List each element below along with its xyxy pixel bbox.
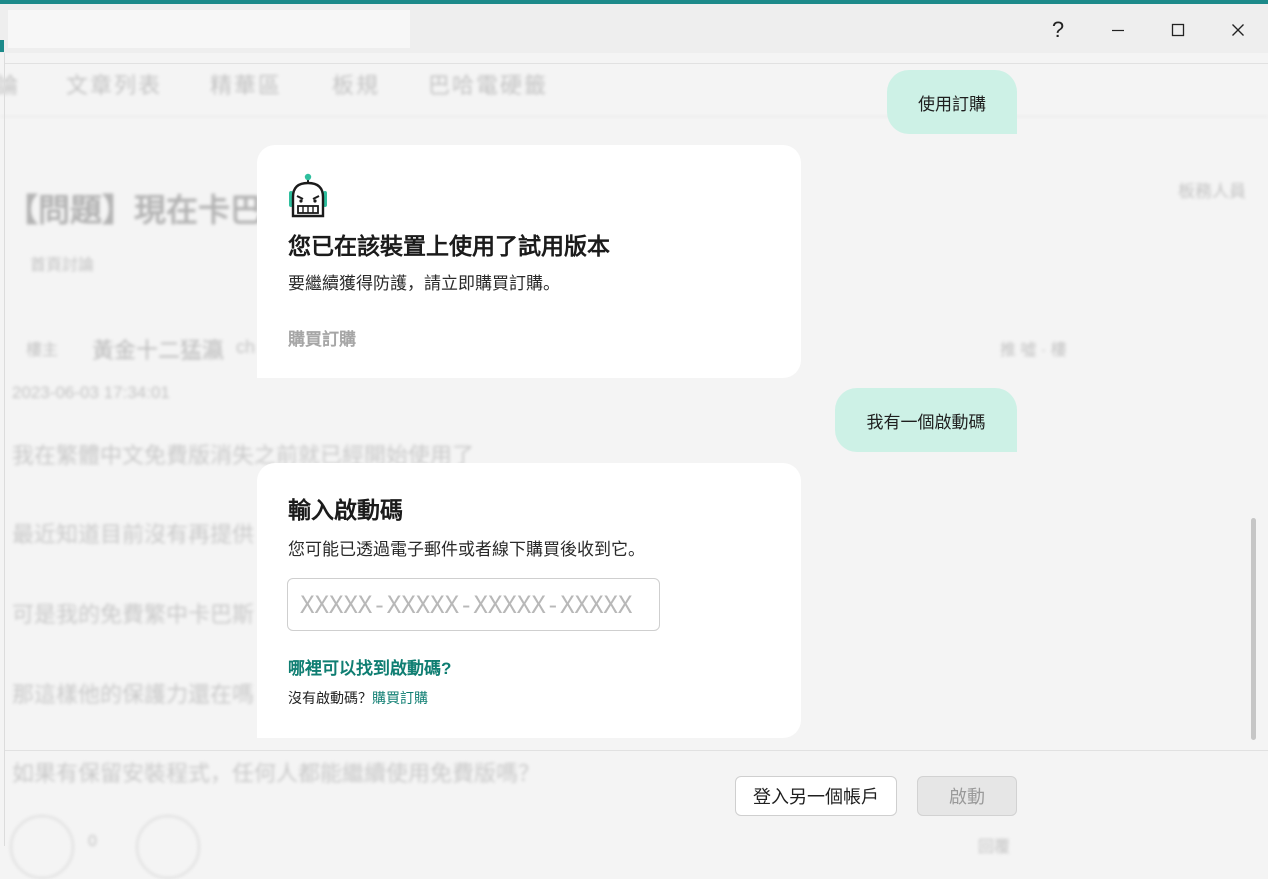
robot-icon	[289, 173, 327, 218]
header-divider	[5, 63, 1268, 64]
bg-thread-title: 【問題】現在卡巴	[6, 192, 263, 228]
trial-used-card: 您已在該裝置上使用了試用版本 要繼續獲得防護，請立即購買訂購。 購買訂購	[257, 145, 801, 378]
user-message-bubble: 我有一個啟動碼	[835, 388, 1017, 452]
activation-code-card: 輸入啟動碼 您可能已透過電子郵件或者線下購買後收到它。 哪裡可以找到啟動碼? 沒…	[257, 463, 801, 738]
maximize-icon	[1171, 23, 1185, 37]
activation-subtitle: 您可能已透過電子郵件或者線下購買後收到它。	[288, 540, 645, 559]
activation-title: 輸入啟動碼	[288, 497, 403, 523]
trial-subtitle: 要繼續獲得防護，請立即購買訂購。	[288, 274, 560, 293]
bg-nav-item: 板規	[332, 73, 381, 98]
trial-title: 您已在該裝置上使用了試用版本	[288, 233, 610, 259]
bg-body-line: 最近知道目前沒有再提供	[12, 522, 255, 547]
activation-code-input[interactable]	[287, 578, 660, 631]
maximize-button[interactable]	[1158, 12, 1198, 48]
scrollbar-thumb[interactable]	[1251, 518, 1256, 740]
user-message-text: 我有一個啟動碼	[866, 412, 986, 432]
minimize-icon	[1112, 29, 1124, 32]
where-to-find-code-link[interactable]: 哪裡可以找到啟動碼?	[288, 654, 451, 679]
bg-author: 黃金十二猛瀛	[92, 338, 225, 363]
buy-subscription-link[interactable]: 購買訂購	[372, 690, 428, 706]
user-message-text: 使用訂購	[918, 94, 986, 114]
close-icon	[1232, 24, 1244, 36]
close-button[interactable]	[1218, 12, 1258, 48]
side-divider	[4, 53, 5, 846]
bg-nav-item: 巴哈電硬籤	[428, 73, 549, 98]
bg-floor-label: 樓主	[26, 342, 59, 359]
help-icon: ?	[1051, 17, 1065, 42]
bg-like-button	[10, 815, 74, 879]
blurred-address-field	[8, 10, 410, 48]
bg-right-label: 板務人員	[1178, 182, 1246, 201]
bg-nav-item: 文章列表	[66, 73, 163, 98]
bg-stat: 0	[88, 833, 97, 850]
user-message-bubble: 使用訂購	[887, 70, 1017, 134]
minimize-button[interactable]	[1098, 12, 1138, 48]
footer-divider	[5, 750, 1268, 751]
sign-in-other-account-button[interactable]: 登入另一個帳戶	[735, 776, 897, 816]
no-code-text: 沒有啟動碼？	[288, 690, 372, 706]
help-button[interactable]: ?	[1038, 12, 1078, 48]
no-code-line: 沒有啟動碼？購買訂購	[288, 688, 428, 708]
activate-button[interactable]: 啟動	[917, 776, 1017, 816]
bg-reply-button	[136, 815, 200, 879]
bg-body-line: 那這樣他的保護力還在嗎	[12, 682, 255, 707]
bg-stat: 回覆	[978, 839, 1011, 856]
bg-body-line: 可是我的免費繁中卡巴斯	[12, 602, 255, 627]
bg-nav-item: 論	[0, 73, 21, 98]
bg-body-line: 如果有保留安裝程式，任何人都能繼續使用免費版嗎？	[12, 761, 541, 786]
bg-post-time: 2023-06-03 17:34:01	[12, 383, 170, 402]
bg-right-meta: 推 噓 · 樓	[1000, 342, 1067, 359]
bg-author-suffix: ch	[236, 337, 256, 357]
left-accent	[0, 40, 4, 52]
buy-subscription-button[interactable]: 購買訂購	[288, 325, 356, 350]
bg-divider	[0, 116, 1268, 117]
bg-nav-item: 精華區	[210, 73, 283, 98]
bg-small-label: 首頁討論	[30, 257, 95, 274]
